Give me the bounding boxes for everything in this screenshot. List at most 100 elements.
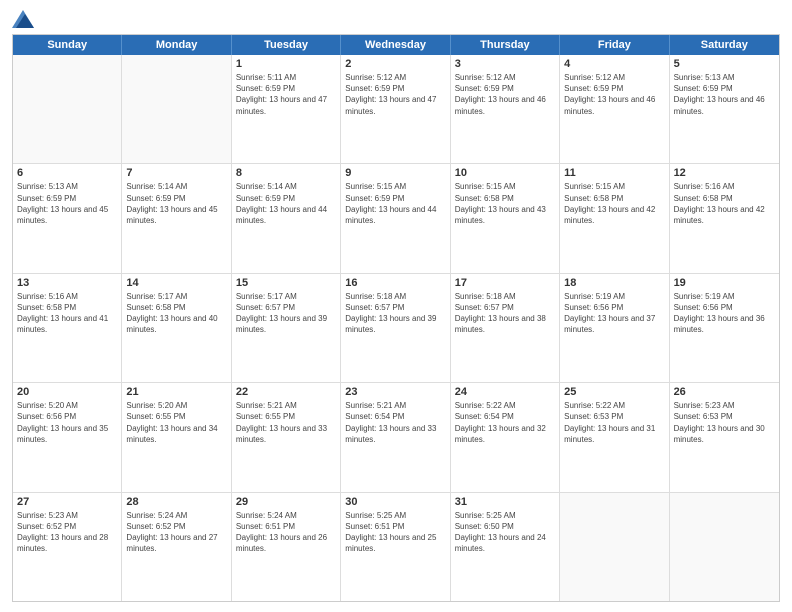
calendar-cell: 26Sunrise: 5:23 AMSunset: 6:53 PMDayligh… <box>670 383 779 491</box>
day-number: 17 <box>455 277 555 289</box>
calendar-cell <box>13 55 122 163</box>
calendar-cell: 6Sunrise: 5:13 AMSunset: 6:59 PMDaylight… <box>13 164 122 272</box>
calendar-cell: 30 Sunrise: 5:25 AMSunset: 6:51 PMDayligh… <box>341 493 450 601</box>
day-info: Sunrise: 5:20 AMSunset: 6:55 PMDaylight:… <box>126 400 226 445</box>
calendar-cell: 1Sunrise: 5:11 AMSunset: 6:59 PMDaylight… <box>232 55 341 163</box>
day-number: 15 <box>236 277 336 289</box>
calendar-day-header: Monday <box>122 35 231 55</box>
day-info: Sunrise: 5:24 AMSunset: 6:52 PMDaylight:… <box>126 510 226 555</box>
calendar-cell: 20 Sunrise: 5:20 AMSunset: 6:56 PMDayligh… <box>13 383 122 491</box>
calendar-cell: 31Sunrise: 5:25 AMSunset: 6:50 PMDayligh… <box>451 493 560 601</box>
calendar-cell: 16 Sunrise: 5:18 AMSunset: 6:57 PMDayligh… <box>341 274 450 382</box>
calendar-week: 13 Sunrise: 5:16 AMSunset: 6:58 PMDayligh… <box>13 274 779 383</box>
day-number: 16 <box>345 277 445 289</box>
calendar-cell: 8 Sunrise: 5:14 AMSunset: 6:59 PMDaylight… <box>232 164 341 272</box>
day-number: 25 <box>564 386 664 398</box>
day-number: 30 <box>345 496 445 508</box>
calendar-cell: 12 Sunrise: 5:16 AMSunset: 6:58 PMDayligh… <box>670 164 779 272</box>
day-number: 8 <box>236 167 336 179</box>
calendar-day-header: Tuesday <box>232 35 341 55</box>
calendar-day-header: Friday <box>560 35 669 55</box>
calendar-week: 6Sunrise: 5:13 AMSunset: 6:59 PMDaylight… <box>13 164 779 273</box>
day-number: 19 <box>674 277 775 289</box>
day-number: 29 <box>236 496 336 508</box>
day-number: 3 <box>455 58 555 70</box>
day-info: Sunrise: 5:15 AMSunset: 6:59 PMDaylight:… <box>345 181 445 226</box>
calendar-cell: 3 Sunrise: 5:12 AMSunset: 6:59 PMDaylight… <box>451 55 560 163</box>
day-number: 2 <box>345 58 445 70</box>
calendar-header: SundayMondayTuesdayWednesdayThursdayFrid… <box>13 35 779 55</box>
day-info: Sunrise: 5:25 AMSunset: 6:51 PMDaylight:… <box>345 510 445 555</box>
logo <box>12 10 38 28</box>
day-number: 11 <box>564 167 664 179</box>
calendar-week: 1Sunrise: 5:11 AMSunset: 6:59 PMDaylight… <box>13 55 779 164</box>
day-number: 14 <box>126 277 226 289</box>
calendar-cell: 18 Sunrise: 5:19 AMSunset: 6:56 PMDayligh… <box>560 274 669 382</box>
calendar-cell: 10Sunrise: 5:15 AMSunset: 6:58 PMDayligh… <box>451 164 560 272</box>
calendar-week: 27 Sunrise: 5:23 AMSunset: 6:52 PMDayligh… <box>13 493 779 601</box>
day-number: 9 <box>345 167 445 179</box>
day-number: 4 <box>564 58 664 70</box>
day-info: Sunrise: 5:22 AMSunset: 6:54 PMDaylight:… <box>455 400 555 445</box>
page-header <box>12 10 780 28</box>
day-number: 7 <box>126 167 226 179</box>
day-number: 27 <box>17 496 117 508</box>
day-info: Sunrise: 5:15 AMSunset: 6:58 PMDaylight:… <box>564 181 664 226</box>
day-info: Sunrise: 5:14 AMSunset: 6:59 PMDaylight:… <box>126 181 226 226</box>
calendar-cell: 4 Sunrise: 5:12 AMSunset: 6:59 PMDaylight… <box>560 55 669 163</box>
calendar-cell: 14Sunrise: 5:17 AMSunset: 6:58 PMDayligh… <box>122 274 231 382</box>
day-number: 22 <box>236 386 336 398</box>
calendar-cell: 15Sunrise: 5:17 AMSunset: 6:57 PMDayligh… <box>232 274 341 382</box>
day-info: Sunrise: 5:21 AMSunset: 6:55 PMDaylight:… <box>236 400 336 445</box>
day-info: Sunrise: 5:14 AMSunset: 6:59 PMDaylight:… <box>236 181 336 226</box>
day-number: 21 <box>126 386 226 398</box>
day-number: 13 <box>17 277 117 289</box>
calendar-day-header: Sunday <box>13 35 122 55</box>
day-info: Sunrise: 5:24 AMSunset: 6:51 PMDaylight:… <box>236 510 336 555</box>
day-number: 31 <box>455 496 555 508</box>
day-info: Sunrise: 5:23 AMSunset: 6:52 PMDaylight:… <box>17 510 117 555</box>
day-info: Sunrise: 5:21 AMSunset: 6:54 PMDaylight:… <box>345 400 445 445</box>
calendar-cell <box>122 55 231 163</box>
calendar-week: 20 Sunrise: 5:20 AMSunset: 6:56 PMDayligh… <box>13 383 779 492</box>
day-info: Sunrise: 5:12 AMSunset: 6:59 PMDaylight:… <box>564 72 664 117</box>
calendar-cell: 9 Sunrise: 5:15 AMSunset: 6:59 PMDaylight… <box>341 164 450 272</box>
calendar-cell: 27 Sunrise: 5:23 AMSunset: 6:52 PMDayligh… <box>13 493 122 601</box>
calendar-cell: 23 Sunrise: 5:21 AMSunset: 6:54 PMDayligh… <box>341 383 450 491</box>
calendar-cell: 25 Sunrise: 5:22 AMSunset: 6:53 PMDayligh… <box>560 383 669 491</box>
day-info: Sunrise: 5:13 AMSunset: 6:59 PMDaylight:… <box>674 72 775 117</box>
calendar-cell: 17 Sunrise: 5:18 AMSunset: 6:57 PMDayligh… <box>451 274 560 382</box>
calendar-body: 1Sunrise: 5:11 AMSunset: 6:59 PMDaylight… <box>13 55 779 601</box>
calendar-cell: 2 Sunrise: 5:12 AMSunset: 6:59 PMDaylight… <box>341 55 450 163</box>
calendar-day-header: Wednesday <box>341 35 450 55</box>
day-number: 18 <box>564 277 664 289</box>
day-info: Sunrise: 5:22 AMSunset: 6:53 PMDaylight:… <box>564 400 664 445</box>
day-info: Sunrise: 5:23 AMSunset: 6:53 PMDaylight:… <box>674 400 775 445</box>
day-number: 12 <box>674 167 775 179</box>
day-number: 5 <box>674 58 775 70</box>
day-info: Sunrise: 5:18 AMSunset: 6:57 PMDaylight:… <box>455 291 555 336</box>
day-number: 20 <box>17 386 117 398</box>
calendar-cell: 21 Sunrise: 5:20 AMSunset: 6:55 PMDayligh… <box>122 383 231 491</box>
calendar-cell: 29 Sunrise: 5:24 AMSunset: 6:51 PMDayligh… <box>232 493 341 601</box>
calendar-day-header: Thursday <box>451 35 560 55</box>
day-number: 10 <box>455 167 555 179</box>
day-info: Sunrise: 5:19 AMSunset: 6:56 PMDaylight:… <box>564 291 664 336</box>
calendar-cell <box>560 493 669 601</box>
day-info: Sunrise: 5:12 AMSunset: 6:59 PMDaylight:… <box>455 72 555 117</box>
day-info: Sunrise: 5:12 AMSunset: 6:59 PMDaylight:… <box>345 72 445 117</box>
day-number: 23 <box>345 386 445 398</box>
calendar-cell <box>670 493 779 601</box>
calendar-cell: 7 Sunrise: 5:14 AMSunset: 6:59 PMDaylight… <box>122 164 231 272</box>
calendar-cell: 11 Sunrise: 5:15 AMSunset: 6:58 PMDayligh… <box>560 164 669 272</box>
day-number: 6 <box>17 167 117 179</box>
calendar-cell: 28 Sunrise: 5:24 AMSunset: 6:52 PMDayligh… <box>122 493 231 601</box>
day-info: Sunrise: 5:11 AMSunset: 6:59 PMDaylight:… <box>236 72 336 117</box>
day-info: Sunrise: 5:20 AMSunset: 6:56 PMDaylight:… <box>17 400 117 445</box>
day-number: 28 <box>126 496 226 508</box>
day-info: Sunrise: 5:18 AMSunset: 6:57 PMDaylight:… <box>345 291 445 336</box>
day-info: Sunrise: 5:16 AMSunset: 6:58 PMDaylight:… <box>674 181 775 226</box>
calendar-cell: 13 Sunrise: 5:16 AMSunset: 6:58 PMDayligh… <box>13 274 122 382</box>
calendar-cell: 24Sunrise: 5:22 AMSunset: 6:54 PMDayligh… <box>451 383 560 491</box>
day-info: Sunrise: 5:16 AMSunset: 6:58 PMDaylight:… <box>17 291 117 336</box>
